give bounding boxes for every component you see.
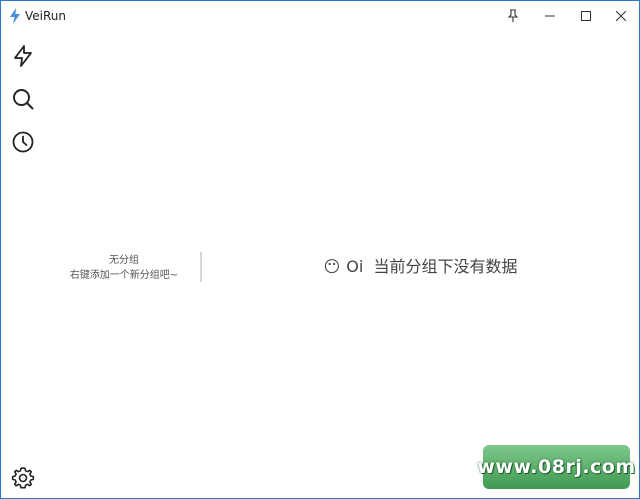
lightning-icon[interactable] [11, 44, 35, 68]
window-title: VeiRun [25, 9, 67, 23]
pin-icon [507, 9, 519, 22]
pin-button[interactable] [495, 1, 531, 31]
title-bar[interactable]: VeiRun [1, 1, 639, 31]
clock-icon[interactable] [11, 130, 35, 154]
watermark: www.08rj.com [477, 445, 635, 489]
close-button[interactable] [603, 1, 639, 31]
lightning-icon [10, 8, 20, 24]
maximize-button[interactable] [568, 1, 604, 31]
group-hint: 右键添加一个新分组吧~ [69, 270, 179, 281]
empty-text: 当前分组下没有数据 [373, 257, 518, 276]
maximize-icon [581, 11, 591, 21]
minimize-icon [545, 15, 555, 17]
app-window: VeiRun 无分组 右键添加一个新分组吧~ 😶 Oi 当前分组下没有数据 [0, 0, 640, 499]
watermark-text: www.08rj.com [477, 456, 636, 478]
group-panel[interactable]: 无分组 右键添加一个新分组吧~ [49, 253, 199, 283]
empty-prefix: Oi [346, 257, 364, 276]
minimize-button[interactable] [532, 1, 568, 31]
search-icon[interactable] [11, 87, 35, 111]
emoji-icon: 😶 [323, 257, 341, 276]
empty-state-message: 😶 Oi 当前分组下没有数据 [202, 255, 639, 279]
gear-icon[interactable] [11, 466, 35, 490]
group-title: 无分组 [109, 255, 139, 266]
close-icon [616, 11, 626, 21]
